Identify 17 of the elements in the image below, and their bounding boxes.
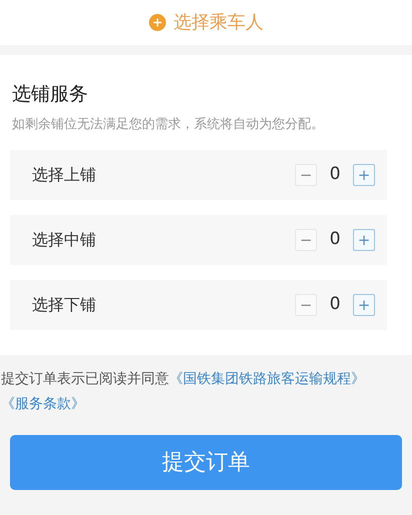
count-value: 0 (328, 163, 342, 186)
berth-label: 选择中铺 (32, 229, 97, 251)
agreement-text: 提交订单表示已阅读并同意《国铁集团铁路旅客运输规程》 《服务条款》 (0, 370, 366, 414)
plus-button[interactable]: + (353, 164, 375, 186)
terms-link[interactable]: 《国铁集团铁路旅客运输规程》 (169, 371, 365, 387)
section-title: 选铺服务 (11, 82, 89, 107)
hint-text: 如剩余铺位无法满足您的需求，系统将自动为您分配。 (11, 116, 325, 134)
count-value: 0 (328, 293, 342, 316)
submit-button[interactable]: 提交订单 (10, 435, 402, 490)
plus-button[interactable]: + (353, 229, 375, 251)
add-passenger-link[interactable]: 选择乘车人 (174, 9, 264, 36)
plus-button[interactable]: + (353, 294, 375, 316)
berth-label: 选择上铺 (32, 164, 97, 186)
terms-link[interactable]: 《服务条款》 (1, 396, 85, 412)
berth-label: 选择下铺 (32, 294, 97, 316)
add-icon[interactable] (148, 14, 166, 31)
count-value: 0 (328, 228, 342, 252)
